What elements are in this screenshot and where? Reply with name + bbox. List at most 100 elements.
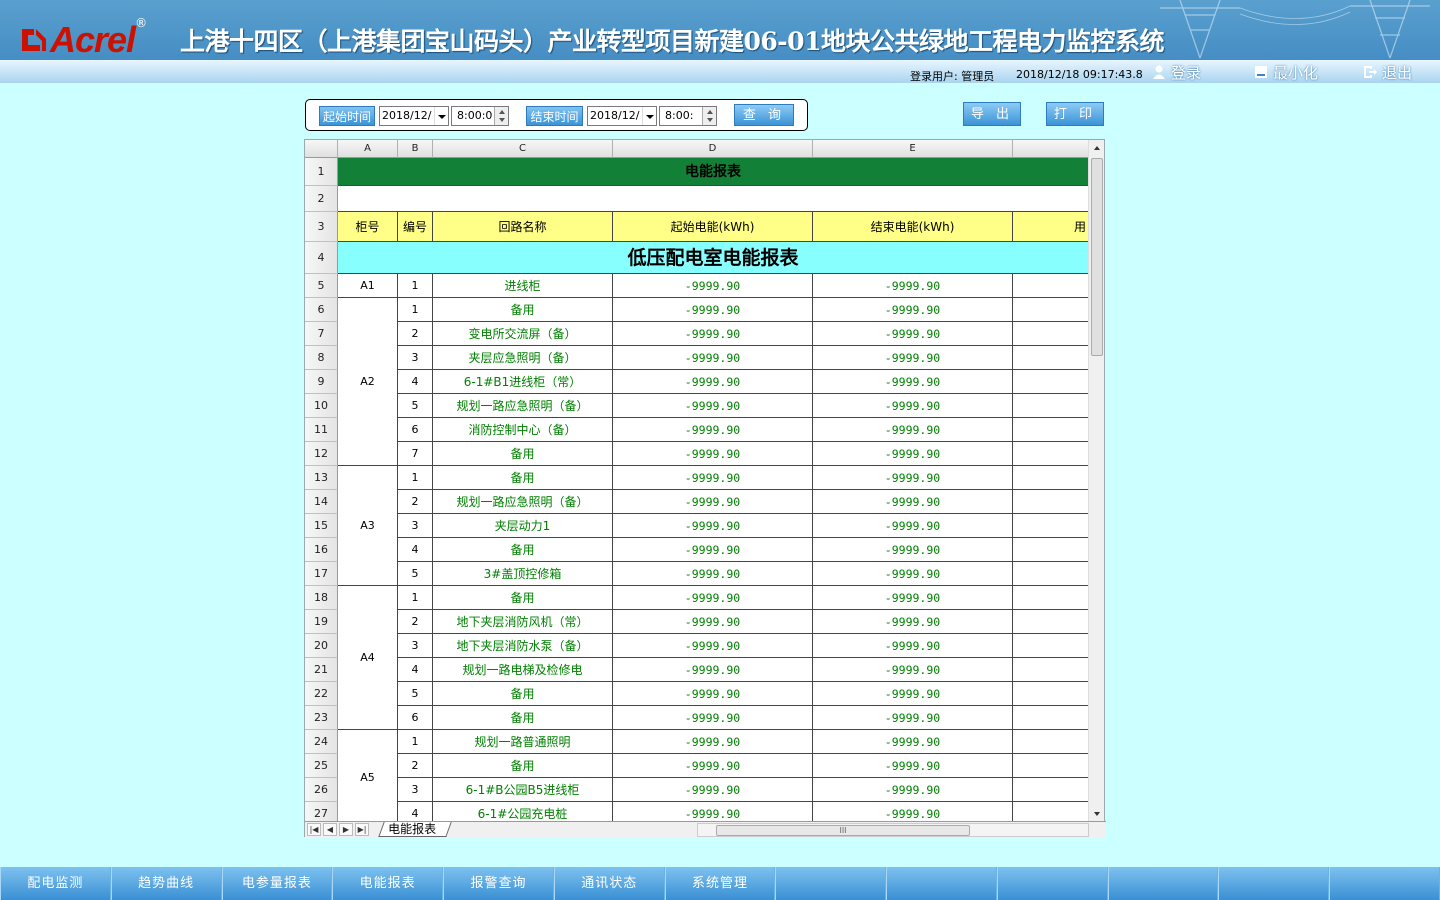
start-energy-value[interactable]: -9999.90 xyxy=(613,514,813,538)
usage-value[interactable] xyxy=(1013,634,1089,658)
usage-value[interactable] xyxy=(1013,730,1089,754)
end-time-input[interactable]: 8:00: xyxy=(659,106,717,126)
circuit-name[interactable]: 消防控制中心（备） xyxy=(433,418,613,442)
circuit-number[interactable]: 4 xyxy=(398,658,433,682)
exit-button[interactable]: 退出 xyxy=(1362,62,1412,82)
end-energy-value[interactable]: -9999.90 xyxy=(813,706,1013,730)
usage-value[interactable] xyxy=(1013,682,1089,706)
circuit-name[interactable]: 6-1#公园充电桩 xyxy=(433,802,613,821)
row-header[interactable]: 21 xyxy=(305,658,338,682)
circuit-name[interactable]: 6-1#B1进线柜（常） xyxy=(433,370,613,394)
minimize-button[interactable]: 最小化 xyxy=(1253,62,1318,82)
start-energy-value[interactable]: -9999.90 xyxy=(613,394,813,418)
column-header-d[interactable]: D xyxy=(613,140,813,158)
nav-button-3[interactable]: 电能报表 xyxy=(332,867,444,900)
row-header[interactable]: 19 xyxy=(305,610,338,634)
start-energy-value[interactable]: -9999.90 xyxy=(613,802,813,821)
usage-value[interactable] xyxy=(1013,562,1089,586)
circuit-number[interactable]: 5 xyxy=(398,562,433,586)
circuit-name[interactable]: 6-1#B公园B5进线柜 xyxy=(433,778,613,802)
login-button[interactable]: 登录 xyxy=(1151,62,1201,82)
row-header[interactable]: 7 xyxy=(305,322,338,346)
cabinet-number[interactable]: A3 xyxy=(338,466,398,586)
export-button[interactable]: 导 出 xyxy=(963,102,1021,126)
circuit-name[interactable]: 备用 xyxy=(433,682,613,706)
start-energy-value[interactable]: -9999.90 xyxy=(613,634,813,658)
end-energy-value[interactable]: -9999.90 xyxy=(813,658,1013,682)
row-header[interactable]: 13 xyxy=(305,466,338,490)
circuit-number[interactable]: 1 xyxy=(398,466,433,490)
cabinet-number[interactable]: A5 xyxy=(338,730,398,821)
circuit-number[interactable]: 6 xyxy=(398,418,433,442)
nav-button-4[interactable]: 报警查询 xyxy=(443,867,554,900)
nav-button-empty[interactable] xyxy=(996,867,1108,900)
chevron-down-icon[interactable] xyxy=(434,107,448,125)
circuit-number[interactable]: 5 xyxy=(398,682,433,706)
vertical-scroll-thumb[interactable] xyxy=(1091,158,1103,356)
circuit-name[interactable]: 规划一路应急照明（备） xyxy=(433,490,613,514)
circuit-name[interactable]: 进线柜 xyxy=(433,274,613,298)
nav-button-5[interactable]: 通讯状态 xyxy=(553,867,665,900)
cabinet-number[interactable]: A4 xyxy=(338,586,398,730)
row-header[interactable]: 26 xyxy=(305,778,338,802)
circuit-number[interactable]: 6 xyxy=(398,706,433,730)
row-header[interactable]: 15 xyxy=(305,514,338,538)
scroll-down-icon[interactable] xyxy=(1089,807,1105,821)
end-energy-value[interactable]: -9999.90 xyxy=(813,682,1013,706)
row-header[interactable]: 1 xyxy=(305,158,338,186)
circuit-number[interactable]: 1 xyxy=(398,298,433,322)
nav-button-6[interactable]: 系统管理 xyxy=(664,867,776,900)
first-sheet-icon[interactable]: |◀ xyxy=(307,823,321,836)
nav-button-empty[interactable] xyxy=(1218,867,1330,900)
circuit-name[interactable]: 备用 xyxy=(433,466,613,490)
circuit-number[interactable]: 4 xyxy=(398,370,433,394)
start-energy-value[interactable]: -9999.90 xyxy=(613,346,813,370)
row-header[interactable]: 23 xyxy=(305,706,338,730)
row-header[interactable]: 12 xyxy=(305,442,338,466)
circuit-name[interactable]: 地下夹层消防水泵（备） xyxy=(433,634,613,658)
nav-button-empty[interactable] xyxy=(775,867,887,900)
end-energy-value[interactable]: -9999.90 xyxy=(813,514,1013,538)
circuit-number[interactable]: 2 xyxy=(398,754,433,778)
circuit-name[interactable]: 备用 xyxy=(433,442,613,466)
start-energy-value[interactable]: -9999.90 xyxy=(613,490,813,514)
start-energy-value[interactable]: -9999.90 xyxy=(613,442,813,466)
circuit-name[interactable]: 规划一路普通照明 xyxy=(433,730,613,754)
row-header[interactable]: 2 xyxy=(305,186,338,212)
row-header[interactable]: 9 xyxy=(305,370,338,394)
nav-button-empty[interactable] xyxy=(1329,867,1440,900)
spinner-icon[interactable] xyxy=(494,107,508,125)
last-sheet-icon[interactable]: ▶| xyxy=(355,823,369,836)
end-energy-value[interactable]: -9999.90 xyxy=(813,274,1013,298)
row-header[interactable]: 18 xyxy=(305,586,338,610)
chevron-down-icon[interactable] xyxy=(642,107,656,125)
cabinet-number[interactable]: A2 xyxy=(338,298,398,466)
end-energy-value[interactable]: -9999.90 xyxy=(813,298,1013,322)
start-energy-value[interactable]: -9999.90 xyxy=(613,778,813,802)
usage-value[interactable] xyxy=(1013,394,1089,418)
start-time-input[interactable]: 8:00:0 xyxy=(451,106,509,126)
usage-value[interactable] xyxy=(1013,490,1089,514)
horizontal-scrollbar[interactable]: III xyxy=(697,823,1089,837)
circuit-number[interactable]: 3 xyxy=(398,634,433,658)
end-energy-value[interactable]: -9999.90 xyxy=(813,586,1013,610)
column-header-e[interactable]: E xyxy=(813,140,1013,158)
start-energy-value[interactable]: -9999.90 xyxy=(613,658,813,682)
end-energy-value[interactable]: -9999.90 xyxy=(813,730,1013,754)
row-header[interactable]: 16 xyxy=(305,538,338,562)
start-energy-value[interactable]: -9999.90 xyxy=(613,562,813,586)
circuit-name[interactable]: 备用 xyxy=(433,754,613,778)
end-energy-value[interactable]: -9999.90 xyxy=(813,778,1013,802)
start-energy-value[interactable]: -9999.90 xyxy=(613,466,813,490)
query-button[interactable]: 查 询 xyxy=(734,104,794,126)
start-energy-value[interactable]: -9999.90 xyxy=(613,370,813,394)
vertical-scrollbar[interactable] xyxy=(1088,140,1104,821)
circuit-number[interactable]: 2 xyxy=(398,322,433,346)
end-energy-value[interactable]: -9999.90 xyxy=(813,370,1013,394)
row-header[interactable]: 11 xyxy=(305,418,338,442)
cabinet-number[interactable]: A1 xyxy=(338,274,398,298)
end-energy-value[interactable]: -9999.90 xyxy=(813,442,1013,466)
end-energy-value[interactable]: -9999.90 xyxy=(813,634,1013,658)
usage-value[interactable] xyxy=(1013,610,1089,634)
usage-value[interactable] xyxy=(1013,754,1089,778)
